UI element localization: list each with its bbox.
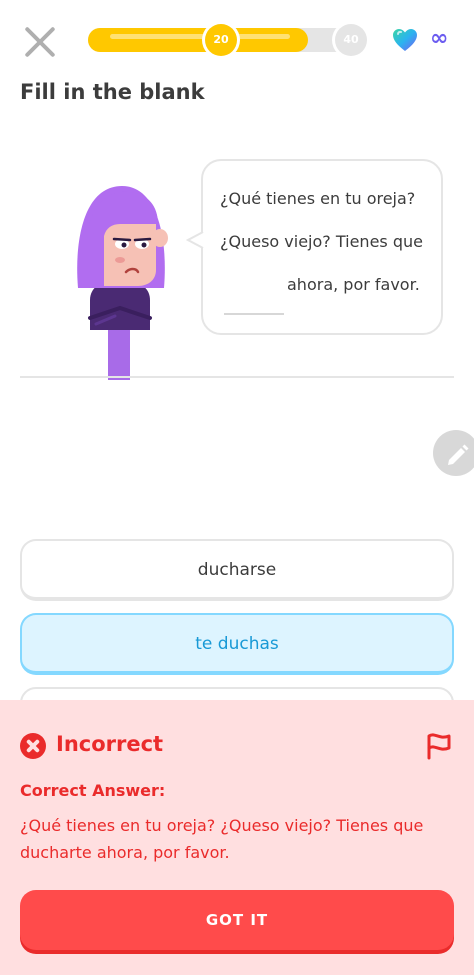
feedback-status: Incorrect: [56, 732, 164, 756]
pencil-glyph: [448, 444, 469, 465]
correct-answer-text: ¿Qué tienes en tu oreja? ¿Queso viejo? T…: [20, 816, 424, 862]
progress-fill: [88, 28, 308, 52]
bubble-line-1: ¿Qué tienes en tu oreja?: [220, 189, 416, 208]
bubble-line-3: ahora, por favor.: [287, 275, 420, 294]
milestone-current: 20: [205, 24, 237, 56]
page-title: Fill in the blank: [20, 80, 205, 104]
got-it-button[interactable]: GOT IT: [20, 890, 454, 950]
progress-shine: [110, 34, 290, 39]
character-illustration: [77, 186, 168, 380]
speech-bubble-tail: [186, 231, 204, 249]
flag-icon[interactable]: [425, 730, 453, 760]
incorrect-icon: [20, 733, 46, 759]
close-icon[interactable]: [20, 22, 60, 62]
bubble-line-2: ¿Queso viejo? Tienes que: [220, 232, 423, 251]
answer-blank: [224, 313, 284, 315]
correct-answer-label: Correct Answer:: [20, 781, 166, 800]
option-button-selected[interactable]: te duchas: [20, 613, 454, 675]
heart-icon[interactable]: [392, 28, 418, 52]
divider: [20, 376, 454, 378]
infinity-icon: ∞: [430, 26, 449, 51]
lesson-progress-bar: 20 40: [88, 24, 367, 56]
option-button[interactable]: ducharse: [20, 539, 454, 601]
pencil-icon[interactable]: [433, 430, 474, 476]
milestone-next: 40: [335, 24, 367, 56]
